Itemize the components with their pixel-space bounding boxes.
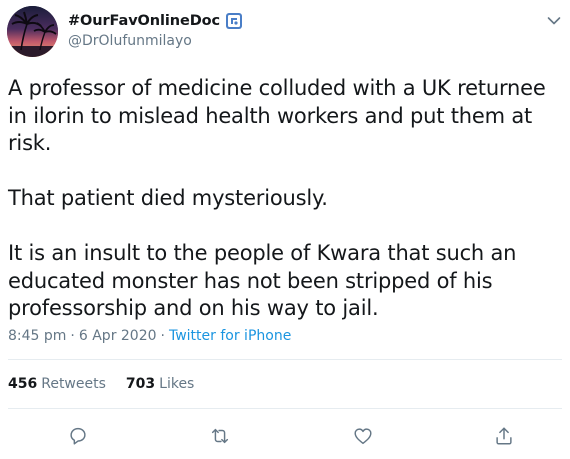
meta-separator: · xyxy=(160,328,165,344)
tweet-text: A professor of medicine colluded with a … xyxy=(8,75,564,323)
tweet-card: #OurFavOnlineDoc @DrOlufunmilayo A profe… xyxy=(0,0,570,459)
divider xyxy=(8,359,562,360)
avatar[interactable] xyxy=(7,6,58,57)
display-name[interactable]: #OurFavOnlineDoc xyxy=(68,13,220,29)
tweet-paragraph: It is an insult to the people of Kwara t… xyxy=(8,241,517,320)
tweet-time[interactable]: 8:45 pm xyxy=(8,328,66,344)
tweet-date[interactable]: 6 Apr 2020 xyxy=(79,328,157,344)
share-button[interactable] xyxy=(491,423,517,449)
reply-button[interactable] xyxy=(65,423,91,449)
like-button[interactable] xyxy=(350,423,376,449)
tweet-actions xyxy=(0,423,570,449)
tweet-paragraph: That patient died mysteriously. xyxy=(8,186,328,210)
divider xyxy=(8,408,562,409)
palm-sunset-image xyxy=(7,6,58,57)
likes-label: Likes xyxy=(159,376,195,392)
tweet-source-link[interactable]: Twitter for iPhone xyxy=(169,328,291,344)
tweet-meta: 8:45 pm · 6 Apr 2020 · Twitter for iPhon… xyxy=(8,328,291,344)
likes-count: 703 xyxy=(125,376,156,392)
retweets-stat[interactable]: 456 Retweets xyxy=(8,376,106,392)
medical-badge-icon xyxy=(225,12,243,30)
reply-icon xyxy=(70,427,86,445)
retweets-label: Retweets xyxy=(41,376,106,392)
chevron-down-icon xyxy=(547,17,561,25)
user-name-row: #OurFavOnlineDoc xyxy=(68,12,243,30)
share-icon xyxy=(496,427,512,445)
retweet-icon xyxy=(211,428,229,444)
tweet-paragraph: A professor of medicine colluded with a … xyxy=(8,76,546,155)
meta-separator: · xyxy=(70,328,75,344)
retweets-count: 456 xyxy=(8,376,38,392)
heart-icon xyxy=(354,428,372,445)
likes-stat[interactable]: 703 Likes xyxy=(126,376,194,392)
tweet-stats: 456 Retweets 703 Likes xyxy=(8,376,194,392)
tweet-menu-button[interactable] xyxy=(545,12,563,30)
retweet-button[interactable] xyxy=(207,423,233,449)
user-handle[interactable]: @DrOlufunmilayo xyxy=(68,33,192,49)
